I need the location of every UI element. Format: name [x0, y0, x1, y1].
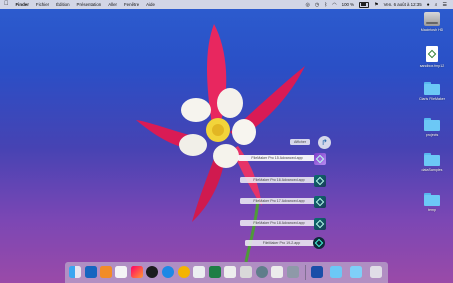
- clock[interactable]: Ven. 6 août à 12:35: [384, 2, 422, 7]
- folder-icon: [424, 118, 440, 131]
- folder-icon: [424, 193, 440, 206]
- desktop-icon-label: dataSamples: [421, 168, 443, 172]
- dock: [65, 262, 388, 283]
- filemaker-document-icon: [426, 46, 438, 62]
- notes-icon[interactable]: [224, 266, 236, 278]
- desktop-icon-label: projects: [425, 133, 439, 137]
- preview-icon[interactable]: [256, 266, 268, 278]
- trash-icon[interactable]: [370, 266, 382, 278]
- dock-separator: [305, 265, 306, 280]
- app-store-icon[interactable]: [178, 266, 190, 278]
- desktop-icon-projects[interactable]: projects: [412, 118, 452, 137]
- filemaker-app-icon[interactable]: [314, 175, 326, 187]
- applications-folder-icon[interactable]: [311, 266, 323, 278]
- calendar-icon[interactable]: [240, 266, 252, 278]
- desktop-icon-clarls-filemaker[interactable]: Clarls FileMaker: [412, 82, 452, 101]
- desktop-icon-datasamples[interactable]: dataSamples: [412, 153, 452, 172]
- battery-percent: 100 %: [341, 2, 355, 7]
- slack-icon[interactable]: [115, 266, 127, 278]
- stack-item-fmp15[interactable]: FileMaker Pro 15 Advanced.app: [238, 155, 316, 161]
- outlook-icon[interactable]: [85, 266, 97, 278]
- stack-item-fmp17[interactable]: FileMaker Pro 17 Advanced.app: [240, 198, 318, 204]
- menu-edition[interactable]: Édition: [56, 2, 69, 7]
- bluetooth-icon[interactable]: ᛒ: [324, 2, 327, 8]
- timer-icon[interactable]: ◷: [315, 2, 319, 8]
- wifi-icon[interactable]: ◠: [332, 2, 336, 8]
- menu-bar:  Finder Fichier Édition Présentation Al…: [0, 0, 453, 9]
- search-icon[interactable]: ⌕: [435, 2, 438, 8]
- desktop[interactable]:  Finder Fichier Édition Présentation Al…: [0, 0, 453, 283]
- folder-icon: [424, 153, 440, 166]
- menu-aller[interactable]: Aller: [108, 2, 117, 7]
- filemaker-app-icon[interactable]: [313, 237, 325, 249]
- downloads-stack-icon[interactable]: [287, 266, 299, 278]
- battery-icon[interactable]: [359, 1, 370, 8]
- filemaker-app-icon[interactable]: [314, 196, 326, 208]
- finder-icon[interactable]: [69, 266, 81, 278]
- desktop-icon-sandbox[interactable]: sandbox.fmp12: [412, 46, 452, 68]
- menu-app-finder[interactable]: Finder: [16, 2, 29, 7]
- apple-menu[interactable]: : [4, 0, 9, 9]
- desktop-icon-label: temp: [428, 208, 436, 212]
- desktop-icon-label: Clarls FileMaker: [419, 97, 445, 101]
- stack-open-in-finder[interactable]: Afficher: [290, 139, 311, 145]
- launchpad-icon[interactable]: [131, 266, 143, 278]
- documents-folder-icon[interactable]: [350, 266, 362, 278]
- stack-item-fmp19[interactable]: FileMaker Pro 19-2.app: [245, 240, 318, 246]
- open-arrow-icon[interactable]: ↱: [318, 136, 331, 149]
- filemaker-app-icon[interactable]: [314, 153, 326, 165]
- pages-icon[interactable]: [100, 266, 112, 278]
- folder-icon: [424, 82, 440, 95]
- list-icon[interactable]: ☰: [443, 2, 447, 8]
- photos-icon[interactable]: [193, 266, 205, 278]
- documents-folder-icon[interactable]: [330, 266, 342, 278]
- stack-item-fmp18[interactable]: FileMaker Pro 18 Advanced.app: [240, 220, 318, 226]
- flower-wallpaper: [136, 24, 305, 263]
- menu-presentation[interactable]: Présentation: [77, 2, 102, 7]
- menu-aide[interactable]: Aide: [146, 2, 155, 7]
- menu-fenetre[interactable]: Fenêtre: [124, 2, 139, 7]
- excel-icon[interactable]: [209, 266, 221, 278]
- desktop-icon-label: sandbox.fmp12: [419, 64, 445, 68]
- desktop-icon-label: Macintosh HD: [420, 28, 444, 32]
- stack-item-fmp16[interactable]: FileMaker Pro 16 Advanced.app: [240, 177, 318, 183]
- screenshot-icon[interactable]: [271, 266, 283, 278]
- user-icon[interactable]: ●: [427, 2, 430, 8]
- desktop-icon-temp[interactable]: temp: [412, 193, 452, 212]
- hard-drive-icon: [424, 12, 440, 26]
- safari-icon[interactable]: [162, 266, 174, 278]
- menu-fichier[interactable]: Fichier: [36, 2, 49, 7]
- flag-icon[interactable]: ⚑: [374, 2, 378, 8]
- filemaker-app-icon[interactable]: [314, 218, 326, 230]
- airdrop-icon[interactable]: ◎: [306, 2, 310, 8]
- desktop-icon-macintosh-hd[interactable]: Macintosh HD: [412, 12, 452, 32]
- chrome-icon[interactable]: [146, 266, 158, 278]
